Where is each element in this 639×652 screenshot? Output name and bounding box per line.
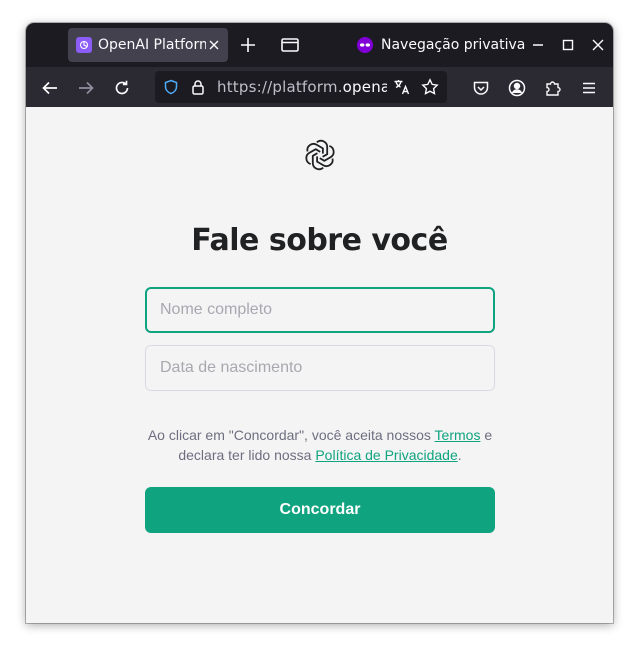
full-name-input[interactable] bbox=[145, 287, 495, 333]
browser-window: OpenAI Platform Navegação privativa http… bbox=[26, 23, 613, 623]
tracking-protection-shield-icon[interactable] bbox=[163, 79, 179, 95]
address-bar[interactable]: https://platform.openai.com bbox=[155, 71, 447, 103]
birth-date-input[interactable] bbox=[145, 345, 495, 391]
tab-openai-platform[interactable]: OpenAI Platform bbox=[68, 28, 228, 62]
tab-list-icon[interactable] bbox=[281, 37, 299, 53]
bookmark-star-icon[interactable] bbox=[421, 78, 439, 96]
openai-favicon-icon bbox=[76, 37, 92, 53]
terms-text-1: Ao clicar em "Concordar", você aceita no… bbox=[147, 427, 435, 443]
terms-notice: Ao clicar em "Concordar", você aceita no… bbox=[136, 425, 504, 465]
private-browsing-label: Navegação privativa bbox=[381, 37, 526, 53]
url-host: openai.com bbox=[342, 78, 387, 96]
tab-title: OpenAI Platform bbox=[98, 37, 206, 53]
tab-strip: OpenAI Platform Navegação privativa bbox=[26, 23, 613, 67]
terms-text-3: . bbox=[457, 447, 462, 463]
page-content: Fale sobre você Ao clicar em "Concordar"… bbox=[26, 107, 613, 623]
agree-button[interactable]: Concordar bbox=[145, 487, 495, 533]
account-icon[interactable] bbox=[508, 79, 526, 97]
openai-logo-icon bbox=[303, 138, 337, 172]
back-arrow-icon[interactable] bbox=[41, 79, 59, 97]
lock-icon[interactable] bbox=[191, 79, 205, 95]
translate-icon[interactable] bbox=[393, 78, 411, 96]
page-title: Fale sobre você bbox=[191, 223, 448, 258]
maximize-icon[interactable] bbox=[560, 37, 576, 53]
extensions-puzzle-icon[interactable] bbox=[544, 79, 562, 97]
url-text[interactable]: https://platform.openai.com bbox=[217, 78, 387, 96]
minimize-icon[interactable] bbox=[530, 37, 546, 53]
private-mask-icon bbox=[357, 37, 373, 53]
new-tab-plus-icon[interactable] bbox=[240, 37, 256, 53]
pocket-icon[interactable] bbox=[472, 79, 490, 97]
tab-close-icon[interactable] bbox=[206, 37, 222, 53]
private-browsing-indicator: Navegação privativa bbox=[357, 35, 525, 55]
hamburger-menu-icon[interactable] bbox=[580, 79, 598, 97]
terms-link[interactable]: Termos bbox=[435, 427, 481, 443]
privacy-policy-link[interactable]: Política de Privacidade bbox=[315, 447, 457, 463]
navigation-toolbar: https://platform.openai.com bbox=[26, 67, 613, 107]
url-prefix: https://platform. bbox=[217, 78, 343, 96]
forward-arrow-icon[interactable] bbox=[77, 79, 95, 97]
close-window-icon[interactable] bbox=[590, 37, 606, 53]
reload-icon[interactable] bbox=[113, 79, 131, 97]
